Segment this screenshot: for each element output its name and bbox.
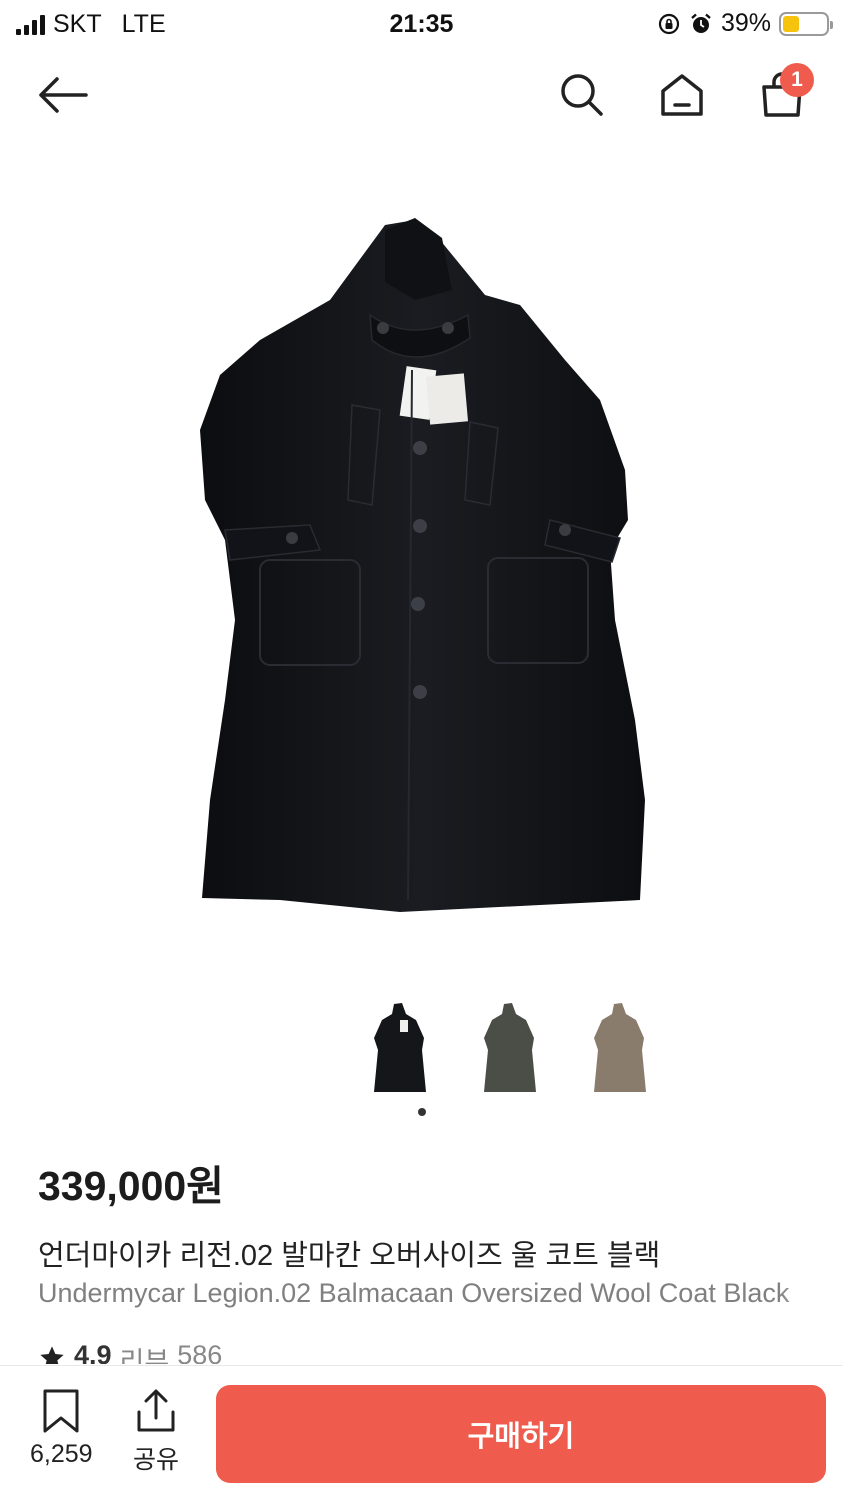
cart-button[interactable]: 1 [752,63,814,125]
bottom-action-bar: 6,259 공유 구매하기 [0,1365,843,1500]
product-name-english: Undermycar Legion.02 Balmacaan Oversized… [38,1278,790,1308]
back-arrow-icon [39,77,88,113]
cart-count-badge: 1 [780,63,814,97]
rating-row[interactable]: 4.9 리뷰 586 [38,1340,222,1364]
buy-button[interactable]: 구매하기 [216,1385,826,1483]
product-name-korean: 언더마이카 리전.02 발마칸 오버사이즈 울 코트 블랙 [38,1240,661,1272]
review-label: 리뷰 [119,1347,170,1364]
bookmark-count: 6,259 [30,1440,93,1468]
search-icon [561,74,603,116]
home-icon [661,74,703,116]
home-button[interactable] [652,65,712,125]
bookmark-button[interactable]: 6,259 [30,1388,93,1469]
thumbnail-black[interactable] [370,1000,428,1100]
share-icon [137,1389,175,1432]
search-button[interactable] [552,65,612,125]
battery-percent: 39% [720,9,771,37]
thumbnail-olive-gray[interactable] [480,1000,538,1100]
rotation-lock-icon [658,13,680,34]
rating-score: 4.9 [74,1340,112,1364]
product-price: 339,000원 [38,1163,224,1209]
battery-icon [779,11,833,36]
share-label: 공유 [133,1446,180,1474]
bookmark-icon [43,1389,79,1433]
star-icon [40,1346,64,1364]
page-indicator-dot [418,1108,426,1116]
review-count: 586 [177,1340,223,1364]
share-button[interactable]: 공유 [133,1388,179,1476]
product-image[interactable] [180,200,660,930]
nav-bar: 1 [0,55,843,135]
back-button[interactable] [32,65,92,125]
alarm-icon [691,13,711,33]
thumbnail-strip [370,1000,648,1100]
thumbnail-taupe[interactable] [590,1000,648,1100]
status-bar: SKT LTE 21:35 39% [0,0,843,50]
